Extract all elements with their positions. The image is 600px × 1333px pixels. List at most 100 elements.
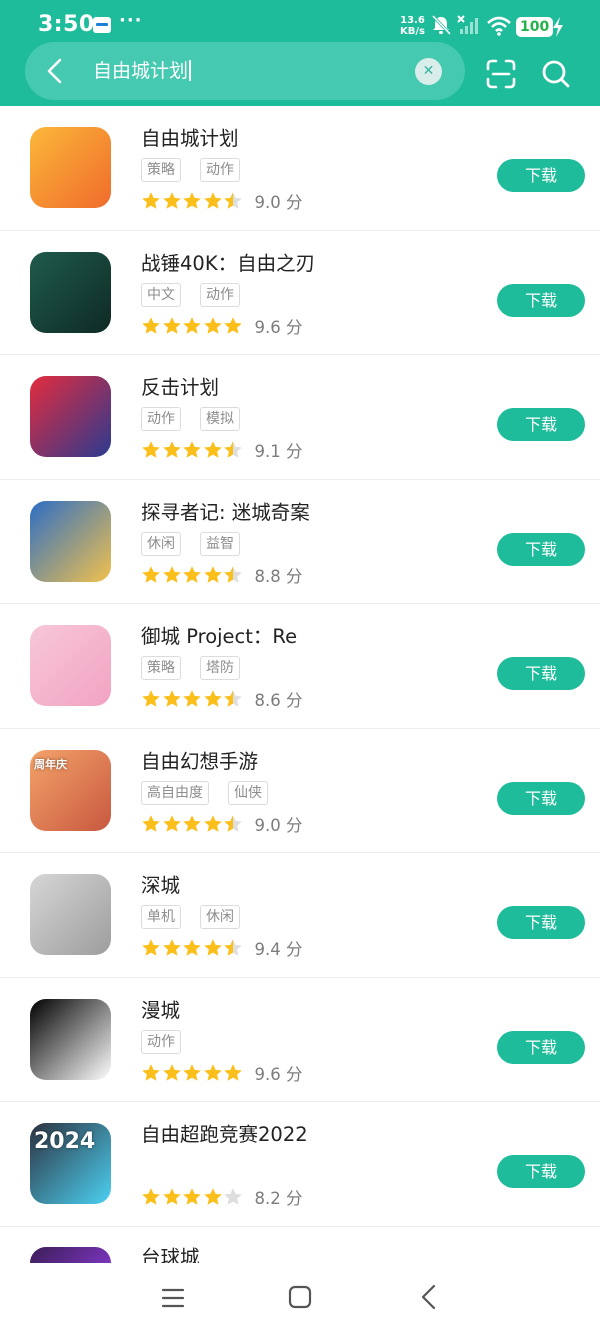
app-tags: 单机 休闲 bbox=[141, 905, 259, 929]
app-row[interactable]: 深城单机 休闲 9.4 分 下载 bbox=[0, 853, 600, 978]
app-row[interactable]: 探寻者记: 迷城奇案休闲 益智 8.8 分 下载 bbox=[0, 480, 600, 604]
star-icon bbox=[162, 689, 182, 709]
app-score: 9.4 分 bbox=[254, 940, 303, 959]
app-rating: 8.8 分 bbox=[141, 565, 303, 586]
search-bar[interactable] bbox=[25, 42, 465, 100]
wifi-icon bbox=[487, 16, 511, 36]
app-row[interactable]: 反击计划动作 模拟 9.1 分 下载 bbox=[0, 355, 600, 480]
app-score: 9.0 分 bbox=[254, 193, 303, 212]
star-icon bbox=[223, 938, 243, 958]
back-icon[interactable] bbox=[416, 1283, 442, 1311]
app-name[interactable]: 自由幻想手游 bbox=[141, 745, 258, 774]
charging-icon bbox=[553, 17, 563, 37]
race-car-icon[interactable]: 2024 bbox=[30, 1123, 111, 1204]
app-score: 8.6 分 bbox=[254, 691, 303, 710]
app-name[interactable]: 漫城 bbox=[141, 994, 180, 1023]
icon-badge: 2024 bbox=[34, 1129, 96, 1154]
signal-icon bbox=[457, 15, 478, 34]
star-icon bbox=[223, 1187, 243, 1207]
spider-creature-icon[interactable] bbox=[30, 874, 111, 955]
star-icon bbox=[141, 938, 161, 958]
app-name[interactable]: 深城 bbox=[141, 869, 180, 898]
star-icon bbox=[223, 191, 243, 211]
clear-icon[interactable]: ✕ bbox=[415, 58, 442, 85]
home-icon[interactable] bbox=[287, 1284, 313, 1310]
star-icon bbox=[223, 440, 243, 460]
star-icon bbox=[141, 565, 161, 585]
app-tag: 高自由度 bbox=[141, 780, 209, 805]
app-tag: 动作 bbox=[200, 282, 240, 307]
search-results-list: 自由城计划 策略 动作 9.0 分下载 战锤40K：自由之刃 中文 动作 9.6 分下载 反击计… bbox=[0, 106, 600, 1287]
app-tags: 策略 塔防 bbox=[141, 656, 259, 680]
star-icon bbox=[223, 316, 243, 336]
back-arrow-icon[interactable] bbox=[40, 56, 70, 86]
icon-badge: 周年庆 bbox=[34, 757, 67, 771]
app-row[interactable]: 御城 Project：Re 策略 塔防 8.6 分 下载 bbox=[0, 604, 600, 729]
star-icon bbox=[182, 1187, 202, 1207]
soldier-helmet-icon[interactable] bbox=[30, 376, 111, 457]
anime-girl-icon[interactable] bbox=[30, 625, 111, 706]
app-row[interactable]: 台球城 bbox=[0, 1227, 600, 1287]
star-icon bbox=[203, 316, 223, 336]
star-icon bbox=[223, 1063, 243, 1083]
app-tags: 策略 动作 bbox=[141, 158, 259, 182]
star-icon bbox=[182, 1063, 202, 1083]
app-name[interactable]: 自由城计划 bbox=[141, 122, 239, 151]
app-row[interactable]: 自由城计划策略 动作 9.0 分 下载 bbox=[0, 106, 600, 231]
network-speed: 13.6 KB/s bbox=[400, 15, 425, 37]
app-score: 8.2 分 bbox=[254, 1189, 303, 1208]
app-tags: 高自由度 仙侠 bbox=[141, 780, 287, 805]
armored-warrior-icon[interactable] bbox=[30, 251, 111, 333]
star-icon bbox=[162, 565, 182, 585]
app-tag: 塔防 bbox=[200, 656, 240, 680]
download-button[interactable]: 下载 bbox=[497, 906, 585, 939]
menu-icon[interactable] bbox=[160, 1285, 186, 1311]
app-tags: 动作 模拟 bbox=[141, 407, 259, 431]
star-icon bbox=[141, 1187, 161, 1207]
star-icon bbox=[162, 316, 182, 336]
download-button[interactable]: 下载 bbox=[497, 283, 585, 317]
app-name[interactable]: 战锤40K：自由之刃 bbox=[141, 247, 315, 276]
mute-icon bbox=[431, 14, 452, 36]
star-icon bbox=[203, 814, 223, 834]
app-score: 9.6 分 bbox=[254, 317, 303, 337]
star-icon bbox=[203, 191, 223, 211]
star-icon bbox=[182, 440, 202, 460]
scan-icon[interactable] bbox=[485, 58, 517, 90]
download-button[interactable]: 下载 bbox=[497, 532, 585, 566]
star-icon bbox=[182, 938, 202, 958]
app-rating: 9.6 分 bbox=[141, 1063, 303, 1084]
download-button[interactable]: 下载 bbox=[497, 1030, 585, 1064]
star-icon bbox=[141, 689, 161, 709]
app-tags: 休闲 益智 bbox=[141, 531, 259, 556]
pixel-runner-icon[interactable] bbox=[30, 998, 111, 1080]
search-input[interactable]: 自由城计划 bbox=[93, 58, 191, 84]
app-row[interactable]: 战锤40K：自由之刃 中文 动作 9.6 分 下载 bbox=[0, 231, 600, 355]
star-icon bbox=[182, 565, 202, 585]
app-name[interactable]: 反击计划 bbox=[141, 371, 219, 400]
detective-woman-icon[interactable] bbox=[30, 500, 111, 582]
app-row[interactable]: 漫城 动作 9.6 分 下载 bbox=[0, 978, 600, 1102]
search-icon[interactable] bbox=[540, 58, 572, 90]
download-button[interactable]: 下载 bbox=[497, 159, 585, 192]
app-name[interactable]: 探寻者记: 迷城奇案 bbox=[141, 496, 310, 525]
fantasy-girl-icon[interactable]: 周年庆 bbox=[30, 749, 111, 831]
download-button[interactable]: 下载 bbox=[497, 781, 585, 815]
app-score: 9.1 分 bbox=[254, 442, 303, 461]
app-tag: 策略 bbox=[141, 656, 181, 680]
app-tag: 休闲 bbox=[141, 531, 181, 556]
app-name[interactable]: 自由超跑竞赛2022 bbox=[141, 1118, 308, 1147]
star-icon bbox=[162, 1187, 182, 1207]
app-row[interactable]: 2024 自由超跑竞赛2022 8.2 分 下载 bbox=[0, 1102, 600, 1227]
app-tag: 动作 bbox=[200, 158, 240, 182]
app-name[interactable]: 御城 Project：Re bbox=[141, 620, 297, 649]
app-score: 8.8 分 bbox=[254, 566, 303, 586]
download-button[interactable]: 下载 bbox=[497, 1155, 585, 1188]
download-button[interactable]: 下载 bbox=[497, 657, 585, 690]
app-rating: 9.0 分 bbox=[141, 191, 303, 212]
download-button[interactable]: 下载 bbox=[497, 408, 585, 441]
app-tag: 策略 bbox=[141, 158, 181, 182]
app-row[interactable]: 周年庆 自由幻想手游 高自由度 仙侠 9.0 分 下载 bbox=[0, 729, 600, 853]
skyscraper-icon[interactable] bbox=[30, 127, 111, 208]
app-tag: 单机 bbox=[141, 905, 181, 929]
